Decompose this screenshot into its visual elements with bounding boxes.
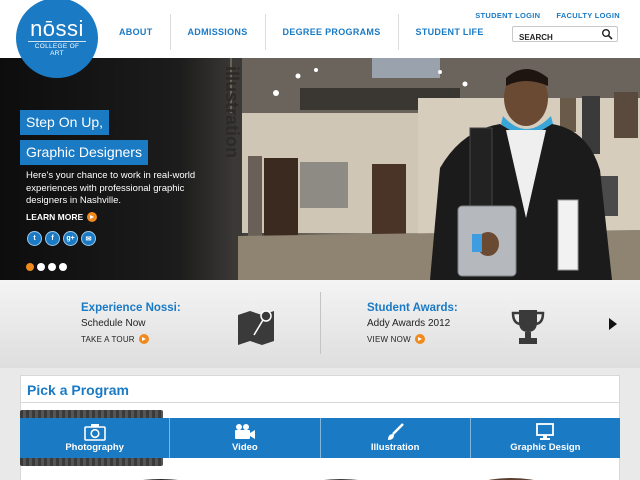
program-divider — [21, 402, 619, 403]
twitter-icon[interactable]: t — [27, 231, 42, 246]
hero-photo: illustration — [222, 58, 640, 280]
tab-label: Video — [232, 442, 258, 453]
tab-photography[interactable]: Photography — [20, 410, 171, 466]
wall-text: illustration — [222, 66, 242, 158]
video-camera-icon — [234, 424, 255, 439]
arrow-right-icon — [414, 334, 425, 344]
hero-headline-2: Graphic Designers — [20, 140, 148, 165]
slide-dots — [26, 263, 67, 271]
promo-experience-subtitle: Schedule Now — [81, 318, 146, 329]
nav-degree-programs[interactable]: DEGREE PROGRAMS — [266, 14, 399, 50]
promo-band: Experience Nossi: Schedule Now TAKE A TO… — [0, 280, 640, 368]
search-icon[interactable] — [601, 28, 613, 40]
program-section: Pick a Program Photography Video Illustr… — [20, 375, 620, 480]
hero-banner: illustration Step On Up, Graphic Designe… — [0, 58, 640, 280]
camera-icon — [83, 424, 106, 441]
student-login-link[interactable]: STUDENT LOGIN — [475, 11, 540, 20]
arrow-right-icon — [138, 334, 149, 344]
tab-label: Photography — [65, 442, 124, 453]
slide-dot-4[interactable] — [59, 263, 67, 271]
utility-links: STUDENT LOGIN FACULTY LOGIN — [475, 11, 620, 20]
view-now-link[interactable]: VIEW NOW — [367, 334, 458, 344]
tab-graphic-design[interactable]: Graphic Design — [471, 418, 620, 458]
slide-dot-3[interactable] — [48, 263, 56, 271]
arrow-right-icon — [87, 212, 98, 222]
promo-experience: Experience Nossi: Schedule Now TAKE A TO… — [81, 302, 181, 344]
learn-more-label: LEARN MORE — [26, 212, 84, 222]
logo-subtitle: COLLEGE OF ART — [28, 41, 86, 57]
site-header: nōssi COLLEGE OF ART ABOUT ADMISSIONS DE… — [0, 0, 640, 78]
program-thumbnails — [143, 478, 534, 480]
tab-video[interactable]: Video — [170, 418, 321, 458]
promo-divider — [320, 292, 321, 354]
learn-more-link[interactable]: LEARN MORE — [26, 212, 98, 222]
program-tabs: Photography Video Illustration Graphic D… — [20, 410, 620, 466]
tab-label: Illustration — [370, 442, 420, 453]
hero-headline-1: Step On Up, — [20, 110, 110, 135]
search-box — [512, 26, 618, 45]
nav-about[interactable]: ABOUT — [102, 14, 171, 50]
trophy-icon — [511, 310, 545, 344]
logo-wordmark: nōssi — [30, 16, 84, 41]
google-plus-icon[interactable]: g+ — [63, 231, 78, 246]
email-icon[interactable]: ✉ — [81, 231, 96, 246]
take-a-tour-label: TAKE A TOUR — [81, 334, 135, 344]
promo-next-arrow[interactable] — [609, 318, 617, 330]
program-title: Pick a Program — [27, 382, 129, 398]
facebook-icon[interactable]: f — [45, 231, 60, 246]
promo-awards-title: Student Awards: — [367, 302, 458, 314]
take-a-tour-link[interactable]: TAKE A TOUR — [81, 334, 181, 344]
promo-experience-title: Experience Nossi: — [81, 302, 181, 314]
promo-awards: Student Awards: Addy Awards 2012 VIEW NO… — [367, 302, 458, 344]
search-input[interactable] — [513, 30, 599, 45]
nossi-logo[interactable]: nōssi COLLEGE OF ART — [16, 0, 98, 78]
slide-dot-2[interactable] — [37, 263, 45, 271]
tab-illustration[interactable]: Illustration — [321, 418, 471, 458]
social-links: t f g+ ✉ — [27, 231, 96, 246]
hero-description: Here's your chance to work in real-world… — [26, 170, 196, 206]
view-now-label: VIEW NOW — [367, 334, 411, 344]
tab-label: Graphic Design — [510, 442, 581, 453]
main-nav: ABOUT ADMISSIONS DEGREE PROGRAMS STUDENT… — [102, 14, 501, 50]
slide-dot-1[interactable] — [26, 263, 34, 271]
nav-admissions[interactable]: ADMISSIONS — [171, 14, 266, 50]
map-pin-icon — [238, 310, 274, 345]
paintbrush-icon — [388, 423, 405, 440]
monitor-icon — [536, 423, 555, 440]
faculty-login-link[interactable]: FACULTY LOGIN — [556, 11, 620, 20]
promo-awards-subtitle: Addy Awards 2012 — [367, 318, 451, 329]
